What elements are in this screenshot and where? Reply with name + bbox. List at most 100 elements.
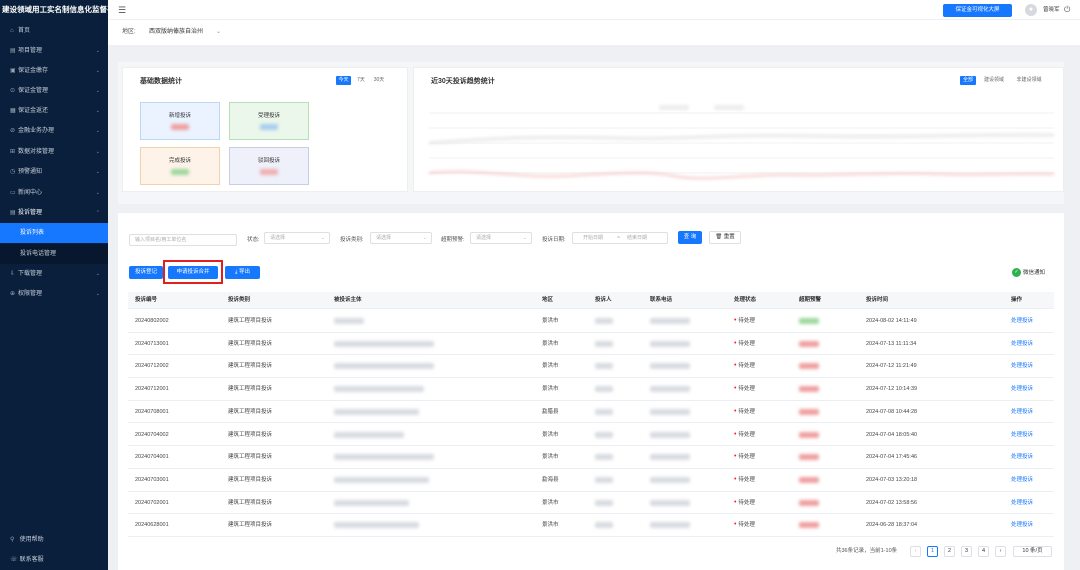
date-end[interactable]: 结束日期 xyxy=(627,233,647,243)
sidebar-item-13[interactable]: ⊕ 权限管理 ⌄ xyxy=(0,284,108,304)
menu-icon: ▤ xyxy=(10,48,16,54)
page-button-4[interactable]: 4 xyxy=(978,546,989,557)
page-size-select[interactable]: 10 条/页 xyxy=(1013,546,1052,557)
period-7d[interactable]: 7天 xyxy=(354,76,368,85)
chevron-down-icon: ⌄ xyxy=(95,68,100,74)
prev-page-button[interactable]: ‹ xyxy=(910,546,921,557)
logout-icon[interactable]: ⏻ xyxy=(1064,0,1070,20)
sidebar-item-3[interactable]: ⊙ 保证金管理 ⌄ xyxy=(0,81,108,101)
complaint-region: 景洪市 xyxy=(542,454,559,461)
phone-blurred xyxy=(650,386,690,393)
subject-blurred xyxy=(334,454,434,461)
sidebar-item-label: 保证金返还 xyxy=(18,108,49,114)
overdue-warning-blurred xyxy=(799,386,819,393)
user-name[interactable]: 曾晓军 xyxy=(1043,0,1060,20)
sidebar-item-12[interactable]: ⇩ 下载管理 ⌄ xyxy=(0,264,108,284)
search-input[interactable]: 输入项目名/用工单位名 xyxy=(129,234,237,246)
stat-box-2[interactable]: 完成投诉 xyxy=(140,147,220,185)
complaint-time: 2024-07-03 13:20:18 xyxy=(866,476,918,483)
stat-box-0[interactable]: 新增投诉 xyxy=(140,102,220,140)
status-badge: • 待处理 xyxy=(734,424,755,446)
handle-complaint-link[interactable]: 处理投诉 xyxy=(1011,333,1033,355)
overdue-filter-label: 超期预警: xyxy=(441,237,465,243)
handle-complaint-link[interactable]: 处理投诉 xyxy=(1011,355,1033,377)
sidebar-item-2[interactable]: ▣ 保证金缴存 ⌄ xyxy=(0,61,108,81)
user-avatar-icon[interactable]: ● xyxy=(1025,4,1037,16)
complaint-id: 20240713001 xyxy=(135,340,169,347)
wechat-icon: ✓ xyxy=(1012,268,1021,278)
sidebar-item-label: 保证金管理 xyxy=(18,88,49,94)
bigscreen-button[interactable]: 保证金可视化大屏 xyxy=(943,4,1012,17)
stat-value-blurred xyxy=(260,169,278,175)
complaint-region: 勐腊县 xyxy=(542,408,559,415)
menu-icon: ⌂ xyxy=(10,28,14,34)
chevron-down-icon: ⌄ xyxy=(95,128,100,134)
register-complaint-button[interactable]: 投诉登记 xyxy=(129,266,163,279)
menu-icon: ⇩ xyxy=(10,271,16,277)
period-today[interactable]: 今天 xyxy=(336,76,351,85)
handle-complaint-link[interactable]: 处理投诉 xyxy=(1011,424,1033,446)
menu-icon: ⊞ xyxy=(10,149,16,155)
export-button[interactable]: ⤓ 导出 xyxy=(225,266,260,279)
menu-icon: ▤ xyxy=(10,210,16,216)
chevron-down-icon[interactable]: ⌄ xyxy=(216,20,221,45)
handle-complaint-link[interactable]: 处理投诉 xyxy=(1011,469,1033,491)
sidebar-item-0[interactable]: ⌂ 首页 xyxy=(0,21,108,41)
complainant-blurred xyxy=(595,408,613,415)
sidebar-item-help[interactable]: ⚲ 使用帮助 xyxy=(0,530,108,550)
sidebar-item-support[interactable]: ☏ 联系客服 xyxy=(0,550,108,570)
handle-complaint-link[interactable]: 处理投诉 xyxy=(1011,401,1033,423)
menu-toggle-icon[interactable]: ☰ xyxy=(118,5,126,15)
column-header: 操作 xyxy=(1011,297,1023,303)
complaint-region: 景洪市 xyxy=(542,363,559,370)
stat-box-3[interactable]: 驳回投诉 xyxy=(229,147,309,185)
column-header: 投诉人 xyxy=(595,297,612,303)
handle-complaint-link[interactable]: 处理投诉 xyxy=(1011,492,1033,514)
stat-box-1[interactable]: 受理投诉 xyxy=(229,102,309,140)
sidebar-item-9[interactable]: ▤ 投诉管理 ⌃ xyxy=(0,203,108,223)
region-select[interactable]: 西双版纳傣族自治州 xyxy=(149,20,203,45)
date-start[interactable]: 开始日期 xyxy=(583,233,603,243)
status-select[interactable]: 请选择 ⌄ xyxy=(264,232,330,244)
sidebar-item-10[interactable]: 投诉列表 xyxy=(0,223,108,243)
subject-blurred xyxy=(334,340,434,347)
next-page-button[interactable]: › xyxy=(995,546,1006,557)
date-range-picker[interactable]: 开始日期 ~ 结束日期 xyxy=(572,232,668,244)
period-30d[interactable]: 30天 xyxy=(371,76,387,85)
menu-icon: ▦ xyxy=(10,108,16,114)
sidebar-item-7[interactable]: ◷ 预警通知 ⌄ xyxy=(0,162,108,182)
complaint-time: 2024-07-13 11:11:34 xyxy=(866,340,917,347)
handle-complaint-link[interactable]: 处理投诉 xyxy=(1011,378,1033,400)
sidebar-item-4[interactable]: ▦ 保证金返还 ⌄ xyxy=(0,101,108,121)
reset-button[interactable]: 🗑 重置 xyxy=(709,231,741,244)
table-row: 20240802002 建筑工程项目投诉 景洪市 • 待处理 2024-08-02 14… xyxy=(128,310,1054,333)
subject-blurred xyxy=(334,499,409,506)
help-icon: ⚲ xyxy=(10,537,15,543)
page-button-2[interactable]: 2 xyxy=(944,546,955,557)
complaint-type: 建筑工程项目投诉 xyxy=(228,408,273,415)
complaint-id: 20240702001 xyxy=(135,499,169,506)
handle-complaint-link[interactable]: 处理投诉 xyxy=(1011,514,1033,536)
overdue-select[interactable]: 请选择 ⌄ xyxy=(470,232,532,244)
sidebar-item-8[interactable]: ▭ 新闻中心 ⌄ xyxy=(0,183,108,203)
status-badge: • 待处理 xyxy=(734,514,755,536)
sidebar-item-5[interactable]: ⊘ 金融业务办理 ⌄ xyxy=(0,121,108,141)
overdue-warning-blurred xyxy=(799,363,819,370)
column-header: 超期预警 xyxy=(799,297,822,303)
handle-complaint-link[interactable]: 处理投诉 xyxy=(1011,446,1033,468)
query-button[interactable]: 查 询 xyxy=(678,231,702,244)
page-button-1[interactable]: 1 xyxy=(927,546,938,557)
handle-complaint-link[interactable]: 处理投诉 xyxy=(1011,310,1033,332)
complaint-region: 景洪市 xyxy=(542,318,559,324)
basic-stats-title: 基础数据统计 xyxy=(140,78,182,85)
top-header: ☰ 保证金可视化大屏 ● 曾晓军 ⏻ xyxy=(108,0,1080,20)
type-select[interactable]: 请选择 ⌄ xyxy=(370,232,432,244)
sidebar-item-6[interactable]: ⊞ 数据对接管理 ⌄ xyxy=(0,142,108,162)
page-button-3[interactable]: 3 xyxy=(961,546,972,557)
complaint-id: 20240802002 xyxy=(135,318,169,324)
sidebar-item-11[interactable]: 投诉电话管理 xyxy=(0,244,108,264)
wechat-notify-button[interactable]: ✓ 微信通知 xyxy=(1012,268,1045,278)
select-placeholder: 请选择 xyxy=(476,235,492,241)
chevron-down-icon: ⌄ xyxy=(95,108,100,114)
sidebar-item-1[interactable]: ▤ 项目管理 ⌄ xyxy=(0,41,108,61)
